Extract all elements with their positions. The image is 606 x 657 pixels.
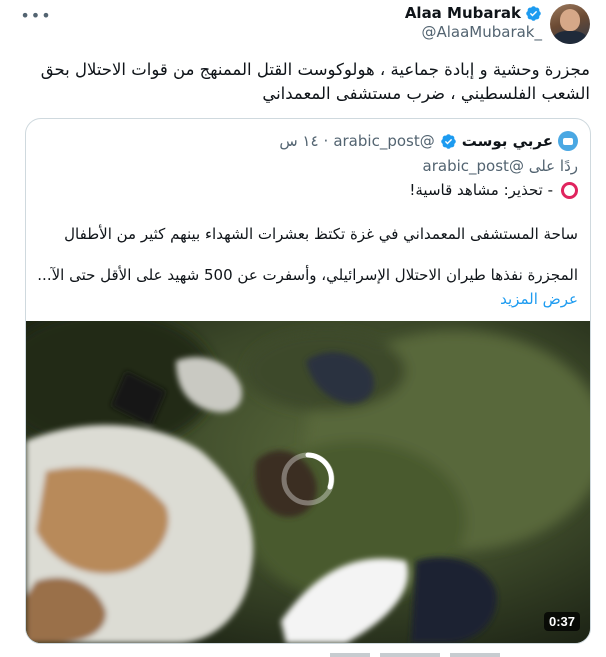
author-avatar[interactable] xyxy=(550,4,590,44)
video-duration: 0:37 xyxy=(543,612,580,631)
reply-prefix: ردًا على xyxy=(528,157,578,175)
author-text: Alaa Mubarak @AlaaMubarak_ xyxy=(405,4,542,41)
quote-text-line-2: المجزرة نفذها طيران الاحتلال الإسرائيلي،… xyxy=(37,266,578,284)
next-tweet-peek xyxy=(330,653,500,657)
quote-author-avatar[interactable] xyxy=(558,131,578,151)
quote-reply-context: ردًا على @arabic_post xyxy=(423,157,578,175)
quoted-tweet[interactable]: عربي بوست @arabic_post · ١٤ س ردًا على @… xyxy=(25,118,591,644)
quote-separator-dot: · xyxy=(323,132,329,150)
tweet-text: مجزرة وحشية و إبادة جماعية ، هولوكوست ال… xyxy=(40,60,590,103)
loading-spinner-icon xyxy=(281,452,335,506)
quote-text-line-1: ساحة المستشفى المعمداني في غزة تكتظ بعشر… xyxy=(64,225,578,243)
more-options-button[interactable]: ••• xyxy=(20,5,52,25)
author-handle[interactable]: @AlaaMubarak_ xyxy=(421,23,542,41)
quote-author-handle[interactable]: @arabic_post xyxy=(333,132,434,150)
tweet-author: Alaa Mubarak @AlaaMubarak_ xyxy=(405,4,590,44)
quote-warning: - تحذير: مشاهد قاسية! xyxy=(409,181,578,199)
show-more-link[interactable]: عرض المزيد xyxy=(500,290,578,308)
quote-header: عربي بوست @arabic_post · ١٤ س xyxy=(279,131,578,151)
author-name-row: Alaa Mubarak xyxy=(405,4,542,22)
reply-mention[interactable]: @arabic_post xyxy=(423,157,524,175)
quote-video-player[interactable]: 0:37 xyxy=(26,321,590,643)
more-dots-icon: ••• xyxy=(20,5,52,25)
verified-badge-icon xyxy=(526,5,541,21)
quote-author-name[interactable]: عربي بوست xyxy=(462,132,553,150)
quote-timestamp[interactable]: ١٤ س xyxy=(279,132,318,150)
warning-text: - تحذير: مشاهد قاسية! xyxy=(409,181,553,199)
quote-verified-badge-icon xyxy=(440,133,456,149)
red-circle-icon xyxy=(561,181,578,199)
author-display-name[interactable]: Alaa Mubarak xyxy=(405,4,521,22)
